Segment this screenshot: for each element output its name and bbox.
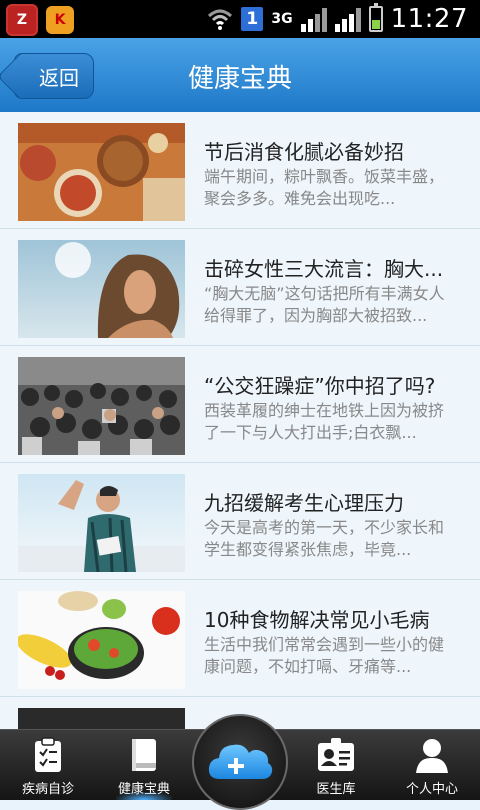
user-icon bbox=[416, 739, 448, 773]
tab-doctor-library[interactable]: 医生库 bbox=[288, 730, 384, 800]
notification-badge: 1 bbox=[241, 7, 264, 31]
clock: 11:27 bbox=[390, 4, 468, 34]
tab-health-guide[interactable]: 健康宝典 bbox=[96, 730, 192, 800]
clipboard-icon bbox=[35, 737, 61, 772]
article-thumbnail-crowd bbox=[18, 357, 185, 455]
tab-label: 个人中心 bbox=[405, 782, 458, 797]
book-icon bbox=[132, 739, 156, 771]
signal-icon-2 bbox=[334, 6, 361, 32]
article-title: 节后消食化腻必备妙招 bbox=[204, 140, 404, 164]
article-item[interactable]: 节后消食化腻必备妙招 端午期间，粽叶飘香。饭菜丰盛，聚会多多。难免会出现吃... bbox=[0, 112, 480, 229]
article-item[interactable]: “公交狂躁症”你中招了吗? 西装革履的绅士在地铁上因为被挤了一下与人大打出手;白… bbox=[0, 346, 480, 463]
add-cloud-button[interactable] bbox=[192, 714, 288, 810]
article-thumbnail-woman bbox=[18, 240, 185, 338]
cloud-plus-icon bbox=[208, 744, 273, 779]
page-title: 健康宝典 bbox=[187, 64, 292, 94]
article-title: “公交狂躁症”你中招了吗? bbox=[204, 374, 436, 398]
app-notification-icon: Z bbox=[6, 4, 38, 36]
article-item[interactable]: 击碎女性三大流言：胸大... “胸大无脑”这句话把所有丰满女人给得罪了，因为胸部… bbox=[0, 229, 480, 346]
article-desc: 生活中我们常常会遇到一些小的健康问题，不如打嗝、牙痛等... bbox=[204, 635, 445, 676]
article-desc: 端午期间，粽叶飘香。饭菜丰盛，聚会多多。难免会出现吃... bbox=[204, 167, 445, 208]
article-list[interactable]: 节后消食化腻必备妙招 端午期间，粽叶飘香。饭菜丰盛，聚会多多。难免会出现吃...… bbox=[0, 112, 480, 730]
article-thumbnail-food bbox=[18, 123, 185, 221]
article-item[interactable]: 九招缓解考生心理压力 今天是高考的第一天，不少家长和学生都变得紧张焦虑，毕竟..… bbox=[0, 463, 480, 580]
tab-self-diagnosis[interactable]: 疾病自诊 bbox=[0, 730, 96, 800]
tab-label: 医生库 bbox=[316, 782, 356, 797]
tab-label: 健康宝典 bbox=[117, 782, 170, 797]
article-title: 九招缓解考生心理压力 bbox=[204, 491, 404, 515]
app-notification-icon-2: K bbox=[46, 6, 74, 34]
article-thumbnail-partial bbox=[18, 708, 185, 730]
article-thumbnail-vegetables bbox=[18, 591, 185, 689]
article-item[interactable]: 10种食物解决常见小毛病 生活中我们常常会遇到一些小的健康问题，不如打嗝、牙痛等… bbox=[0, 580, 480, 697]
id-card-icon bbox=[318, 738, 354, 771]
article-desc: “胸大无脑”这句话把所有丰满女人给得罪了，因为胸部大被招致... bbox=[204, 284, 445, 325]
network-type: 3G bbox=[271, 11, 293, 27]
wifi-icon bbox=[208, 9, 233, 30]
app-header: 返回 健康宝典 bbox=[0, 38, 480, 113]
status-bar: Z K 1 3G 11:27 bbox=[0, 0, 480, 38]
article-title: 10种食物解决常见小毛病 bbox=[204, 608, 430, 632]
tab-label: 疾病自诊 bbox=[21, 782, 74, 797]
tab-personal-center[interactable]: 个人中心 bbox=[384, 730, 480, 800]
article-desc: 今天是高考的第一天，不少家长和学生都变得紧张焦虑，毕竟... bbox=[204, 518, 445, 559]
article-desc: 西装革履的绅士在地铁上因为被挤了一下与人大打出手;白衣飘... bbox=[204, 401, 445, 442]
article-thumbnail-student bbox=[18, 474, 185, 572]
signal-icon bbox=[300, 6, 327, 32]
battery-icon bbox=[368, 3, 383, 32]
article-title: 击碎女性三大流言：胸大... bbox=[204, 257, 444, 281]
status-notifications: Z K bbox=[6, 4, 74, 36]
